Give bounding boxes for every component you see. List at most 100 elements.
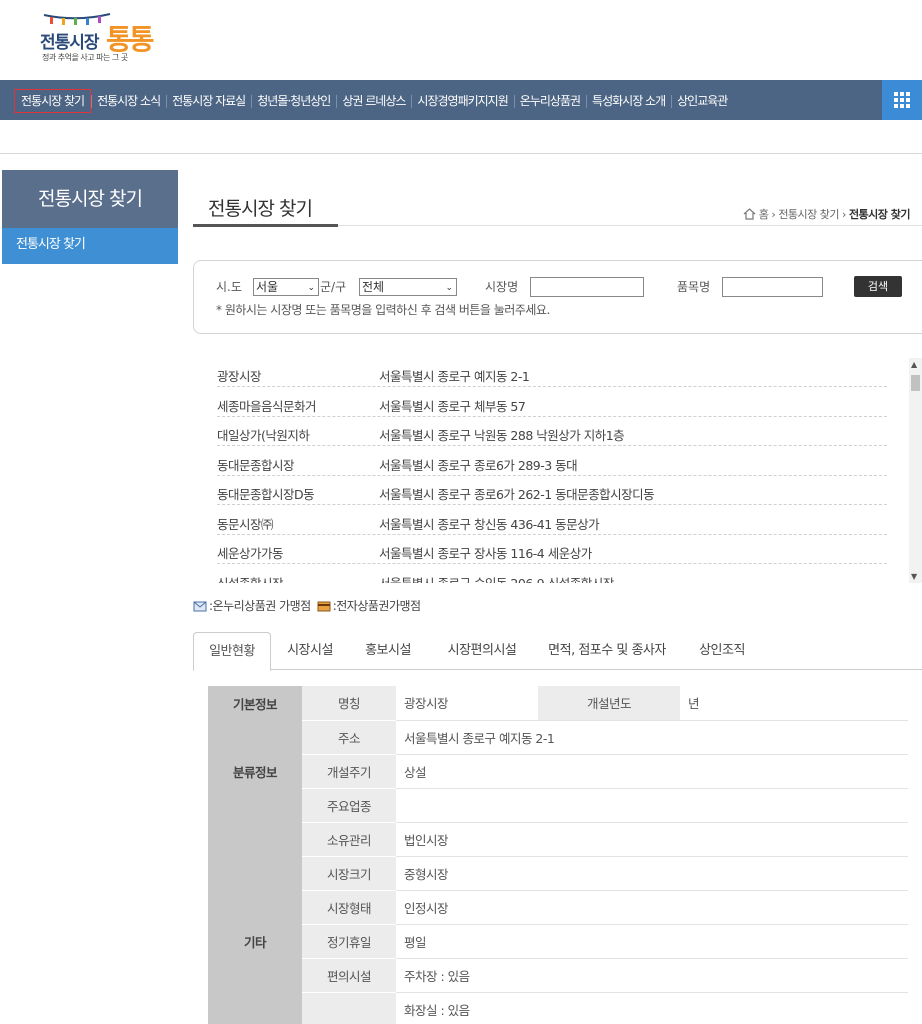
list-scrollbar[interactable]: ▲ ▼ <box>909 358 922 583</box>
lnb-title: 전통시장 찾기 <box>2 170 178 228</box>
value-holiday: 평일 <box>396 924 908 959</box>
breadcrumb-level1[interactable]: 전통시장 찾기 <box>778 206 839 222</box>
market-name-input[interactable] <box>530 277 644 297</box>
list-item[interactable]: 신설종합시장 서울특별시 종로구 숭인동 206-9 신설종합시장 <box>217 565 887 583</box>
gugun-label: 군/구 <box>320 280 347 294</box>
search-note: * 원하시는 시장명 또는 품목명을 입력하신 후 검색 버튼을 눌러주세요. <box>216 303 550 317</box>
page-title: 전통시장 찾기 <box>208 198 313 220</box>
market-name: 동문시장㈜ <box>217 517 274 532</box>
chevron-down-icon: ⌄ <box>307 283 315 293</box>
category-class-cont <box>208 856 302 890</box>
gnb-item-special-market[interactable]: 특성화시장 소개 <box>586 89 671 113</box>
scrollbar-thumb[interactable] <box>911 375 920 391</box>
category-etc: 기타 <box>208 924 302 958</box>
gnb-item-renaissance[interactable]: 상권 르네상스 <box>336 89 411 113</box>
label-facility: 편의시설 <box>302 958 396 993</box>
category-class-cont <box>208 822 302 856</box>
grid-menu-icon[interactable] <box>882 80 922 120</box>
value-facility-parking: 주차장 : 있음 <box>396 958 908 993</box>
list-item[interactable]: 동대문종합시장 서울특별시 종로구 종로6가 289-3 동대 <box>217 447 887 476</box>
market-name: 신설종합시장 <box>217 573 284 583</box>
list-item[interactable]: 광장시장 서울특별시 종로구 예지동 2-1 <box>217 358 887 387</box>
market-name: 대일상가(낙원지하 <box>217 428 310 443</box>
list-item[interactable]: 세운상가가동 서울특별시 종로구 장사동 116-4 세운상가 <box>217 535 887 564</box>
value-facility-restroom: 화장실 : 있음 <box>396 992 908 1024</box>
card-icon <box>317 601 331 611</box>
market-name-label: 시장명 <box>485 280 519 294</box>
tab-merchant-org[interactable]: 상인조직 <box>687 632 757 670</box>
gnb-item-market-archive[interactable]: 전통시장 자료실 <box>166 89 251 113</box>
value-address: 서울특별시 종로구 예지동 2-1 <box>396 720 908 755</box>
value-cycle: 상설 <box>396 754 908 789</box>
tab-facilities[interactable]: 시장시설 <box>275 632 345 670</box>
site-logo[interactable]: 전통시장 통통 정과 추억을 사고 파는 그 곳 <box>38 10 158 66</box>
gugun-select-value: 전체 <box>362 280 385 294</box>
category-basic-cont <box>208 720 302 754</box>
value-year: 년 <box>680 686 908 721</box>
legend-onnuri: :온누리상품권 가맹점 <box>209 599 311 613</box>
scroll-down-icon[interactable]: ▼ <box>911 572 917 581</box>
market-name: 광장시장 <box>217 369 262 384</box>
list-item[interactable]: 세종마을음식문화거 서울특별시 종로구 체부동 57 <box>217 388 887 417</box>
info-tabs: 일반현황 시장시설 홍보시설 시장편의시설 면적, 점포수 및 종사자 상인조직 <box>193 632 922 671</box>
chevron-down-icon: ⌄ <box>445 283 453 293</box>
category-etc-cont <box>208 992 302 1024</box>
market-name: 세운상가가동 <box>217 546 284 561</box>
market-address: 서울특별시 종로구 창신동 436-41 동문상가 <box>379 517 600 532</box>
home-icon <box>743 208 756 220</box>
market-address: 서울특별시 종로구 낙원동 288 낙원상가 지하1층 <box>379 428 625 443</box>
label-holiday: 정기휴일 <box>302 924 396 959</box>
gnb-item-onnuri[interactable]: 온누리상품권 <box>513 89 586 113</box>
market-address: 서울특별시 종로구 종로6가 262-1 동대문종합시장디동 <box>379 487 655 502</box>
sido-select-value: 서울 <box>256 280 279 294</box>
list-item[interactable]: 대일상가(낙원지하 서울특별시 종로구 낙원동 288 낙원상가 지하1층 <box>217 417 887 446</box>
global-nav: 전통시장 찾기 전통시장 소식 전통시장 자료실 청년몰·청년상인 상권 르네상… <box>0 80 922 120</box>
item-name-label: 품목명 <box>677 280 711 294</box>
tab-promotion[interactable]: 홍보시설 <box>353 632 423 670</box>
market-info-table: 기본정보 명칭 광장시장 개설년도 년 주소 서울특별시 종로구 예지동 2-1… <box>208 686 908 1024</box>
label-size: 시장크기 <box>302 856 396 891</box>
search-button[interactable]: 검색 <box>854 276 902 297</box>
market-address: 서울특별시 종로구 체부동 57 <box>379 399 526 414</box>
logo-title: 전통시장 <box>40 33 100 53</box>
label-year: 개설년도 <box>538 686 680 721</box>
gnb-item-youth-mall[interactable]: 청년몰·청년상인 <box>251 89 336 113</box>
category-basic: 기본정보 <box>208 686 302 720</box>
title-underline <box>193 224 338 227</box>
market-address: 서울특별시 종로구 숭인동 206-9 신설종합시장 <box>379 573 614 583</box>
gugun-select[interactable]: 전체 ⌄ <box>359 278 457 296</box>
list-item[interactable]: 동문시장㈜ 서울특별시 종로구 창신동 436-41 동문상가 <box>217 506 887 535</box>
market-address: 서울특별시 종로구 장사동 116-4 세운상가 <box>379 546 592 561</box>
list-item[interactable]: 동대문종합시장D동 서울특별시 종로구 종로6가 262-1 동대문종합시장디동 <box>217 476 887 505</box>
category-etc-cont <box>208 958 302 992</box>
label-type: 시장형태 <box>302 890 396 925</box>
gnb-item-market-search[interactable]: 전통시장 찾기 <box>14 89 92 113</box>
legend-electronic: :전자상품권가맹점 <box>332 599 421 613</box>
sido-label: 시.도 <box>216 280 242 294</box>
logo-slogan: 정과 추억을 사고 파는 그 곳 <box>42 53 128 62</box>
chevron-right-icon: › <box>842 207 846 221</box>
market-address: 서울특별시 종로구 예지동 2-1 <box>379 369 530 384</box>
gnb-item-education[interactable]: 상인교육관 <box>671 89 733 113</box>
gnb-item-market-news[interactable]: 전통시장 소식 <box>91 89 166 113</box>
breadcrumb-current: 전통시장 찾기 <box>848 208 911 221</box>
item-name-input[interactable] <box>722 277 823 297</box>
gnb-item-package-support[interactable]: 시장경영패키지지원 <box>411 89 513 113</box>
lnb-item-market-search[interactable]: 전통시장 찾기 <box>2 228 178 264</box>
label-main-business: 주요업종 <box>302 788 396 823</box>
sido-select[interactable]: 서울 ⌄ <box>253 278 319 296</box>
tab-general[interactable]: 일반현황 <box>193 632 271 671</box>
tab-convenience[interactable]: 시장편의시설 <box>438 632 526 670</box>
search-form: 시.도 서울 ⌄ 군/구 전체 ⌄ 시장명 품목명 검색 * 원하시는 시장명 … <box>193 260 922 334</box>
breadcrumb: 홈 › 전통시장 찾기 › 전통시장 찾기 <box>743 206 911 222</box>
value-ownership: 법인시장 <box>396 822 908 857</box>
divider <box>0 153 922 154</box>
chevron-right-icon: › <box>771 207 776 221</box>
tab-area-stores[interactable]: 면적, 점포수 및 종사자 <box>543 632 671 670</box>
scroll-up-icon[interactable]: ▲ <box>911 360 917 369</box>
breadcrumb-home[interactable]: 홈 <box>759 206 769 222</box>
garland-icon <box>43 13 111 25</box>
label-cycle: 개설주기 <box>302 754 396 789</box>
value-main-business <box>396 788 908 823</box>
label-facility-cont <box>302 992 396 1024</box>
